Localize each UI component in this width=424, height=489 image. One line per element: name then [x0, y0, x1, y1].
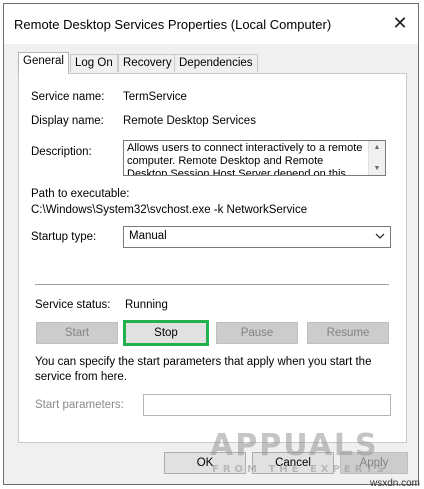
description-box[interactable]: Allows users to connect interactively to… — [123, 140, 386, 176]
startup-type-select[interactable]: Manual — [123, 226, 391, 248]
service-name-label: Service name: — [31, 91, 105, 103]
scroll-up-icon[interactable]: ▲ — [374, 141, 381, 154]
title-bar: Remote Desktop Services Properties (Loca… — [4, 4, 418, 44]
startup-type-value: Manual — [129, 230, 167, 242]
service-status-value: Running — [125, 299, 168, 311]
chevron-down-icon — [374, 229, 386, 246]
tab-general[interactable]: General — [18, 52, 69, 74]
start-button[interactable]: Start — [36, 322, 118, 344]
close-icon[interactable]: ✕ — [388, 11, 412, 35]
site-watermark: wsxdn.com — [369, 478, 420, 489]
stop-button[interactable]: Stop — [123, 320, 209, 346]
resume-button[interactable]: Resume — [307, 322, 389, 344]
service-status-label: Service status: — [35, 299, 111, 311]
general-panel: Service name: TermService Display name: … — [18, 73, 407, 443]
properties-dialog: Remote Desktop Services Properties (Loca… — [3, 3, 419, 485]
window-title: Remote Desktop Services Properties (Loca… — [14, 17, 332, 32]
start-params-hint: You can specify the start parameters tha… — [35, 356, 372, 383]
ok-button[interactable]: OK — [164, 452, 246, 474]
tab-log-on[interactable]: Log On — [70, 54, 118, 72]
tab-recovery[interactable]: Recovery — [118, 54, 177, 72]
tab-dependencies[interactable]: Dependencies — [174, 54, 258, 72]
service-name-value: TermService — [123, 91, 187, 103]
section-divider — [35, 284, 389, 286]
description-text: Allows users to connect interactively to… — [127, 142, 363, 176]
display-name-value: Remote Desktop Services — [123, 115, 256, 127]
display-name-label: Display name: — [31, 115, 104, 127]
startup-type-label: Startup type: — [31, 231, 97, 243]
path-value: C:\Windows\System32\svchost.exe -k Netwo… — [31, 204, 308, 216]
scroll-down-icon[interactable]: ▼ — [374, 162, 381, 175]
pause-button[interactable]: Pause — [216, 322, 298, 344]
path-label: Path to executable: — [31, 188, 130, 200]
cancel-button[interactable]: Cancel — [252, 452, 334, 474]
apply-button[interactable]: Apply — [340, 452, 408, 474]
start-params-label: Start parameters: — [35, 399, 124, 411]
start-params-input[interactable] — [143, 394, 391, 416]
description-scrollbar[interactable]: ▲ ▼ — [368, 141, 385, 175]
description-label: Description: — [31, 146, 92, 158]
